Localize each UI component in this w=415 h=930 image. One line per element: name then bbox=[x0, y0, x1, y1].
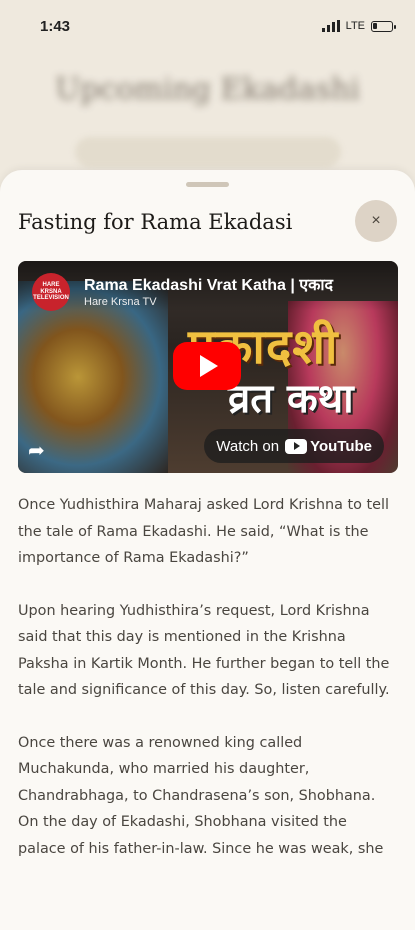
video-channel-name[interactable]: Hare Krsna TV bbox=[84, 296, 157, 308]
play-icon bbox=[200, 355, 218, 377]
article-content: Once Yudhisthira Maharaj asked Lord Kris… bbox=[18, 492, 398, 888]
status-indicators: LTE bbox=[321, 20, 396, 32]
battery-icon bbox=[371, 20, 396, 32]
status-bar: 1:43 LTE bbox=[0, 0, 415, 52]
signal-icon bbox=[321, 20, 340, 32]
youtube-wordmark: YouTube bbox=[310, 437, 372, 455]
watch-on-youtube-button[interactable]: Watch on YouTube bbox=[204, 429, 384, 463]
youtube-play-icon bbox=[285, 438, 308, 454]
article-paragraph: Upon hearing Yudhisthira’s request, Lord… bbox=[18, 602, 390, 699]
bottom-sheet: Fasting for Rama Ekadasi × एकादशी व्रत क… bbox=[0, 170, 415, 930]
sheet-title: Fasting for Rama Ekadasi bbox=[18, 210, 293, 234]
channel-logo[interactable]: HARE KRSNA TELEVISION bbox=[32, 273, 70, 311]
status-time: 1:43 bbox=[40, 17, 71, 35]
youtube-logo: YouTube bbox=[285, 438, 372, 455]
network-type: LTE bbox=[345, 20, 365, 32]
background-pill bbox=[75, 137, 341, 167]
video-title[interactable]: Rama Ekadashi Vrat Katha | एकाद bbox=[84, 273, 389, 295]
article-paragraph: Once Yudhisthira Maharaj asked Lord Kris… bbox=[18, 497, 389, 566]
background-page-title: Upcoming Ekadashi bbox=[55, 72, 360, 107]
watch-on-label: Watch on bbox=[216, 437, 280, 455]
close-button[interactable]: × bbox=[355, 200, 397, 242]
video-player[interactable]: एकादशी व्रत कथा HARE KRSNA TELEVISION Ra… bbox=[18, 261, 398, 473]
play-button[interactable] bbox=[173, 342, 241, 390]
article-paragraph: Once there was a renowned king called Mu… bbox=[18, 734, 384, 857]
share-icon[interactable]: ➦ bbox=[28, 439, 54, 461]
close-icon: × bbox=[371, 212, 381, 229]
sheet-grabber[interactable] bbox=[186, 182, 229, 187]
thumbnail-text-vrat-katha: व्रत कथा bbox=[228, 376, 354, 422]
